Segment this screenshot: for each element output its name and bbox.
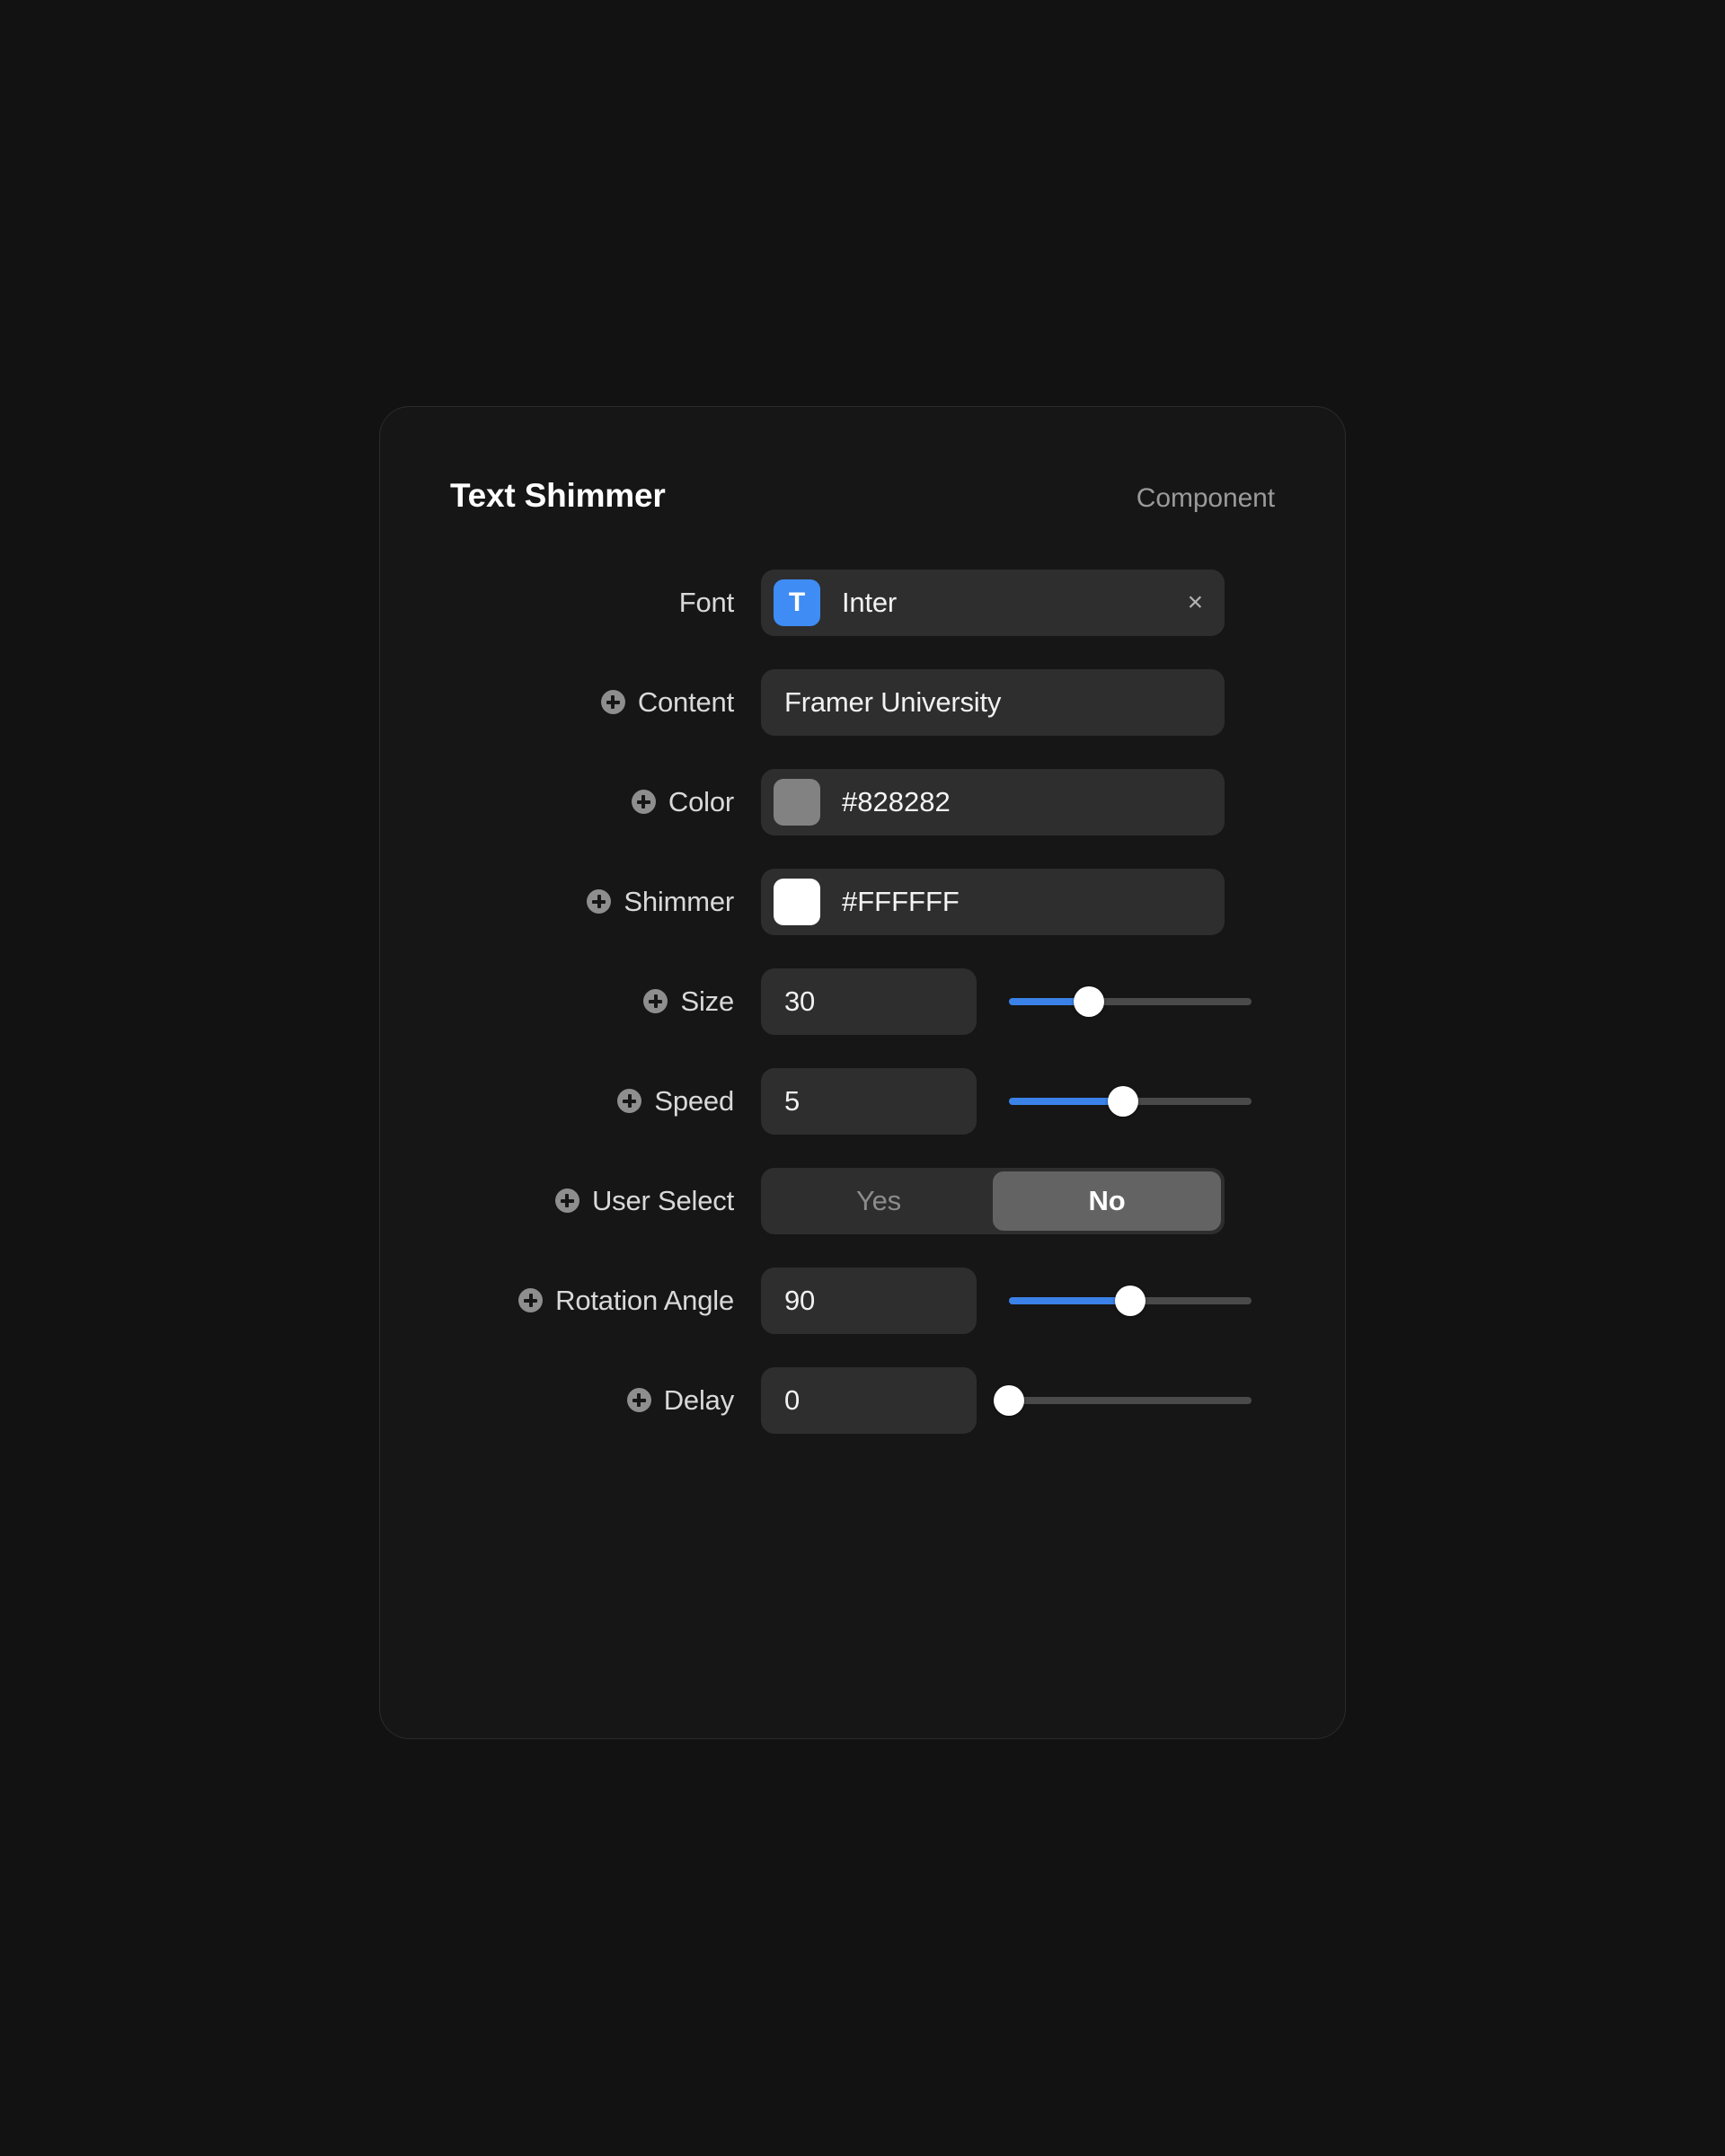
- property-row-delay: Delay 0: [380, 1350, 1275, 1450]
- property-row-font: Font T Inter ×: [380, 552, 1275, 652]
- component-properties-panel: Text Shimmer Component Font T Inter × Co…: [379, 406, 1346, 1739]
- shimmer-field[interactable]: #FFFFFF: [761, 868, 1225, 935]
- color-label: Color: [668, 785, 734, 817]
- property-rows: Font T Inter × Content Framer University…: [380, 552, 1345, 1450]
- slider-thumb[interactable]: [994, 1384, 1024, 1416]
- screen-background: Text Shimmer Component Font T Inter × Co…: [0, 0, 1725, 2156]
- add-variable-icon[interactable]: [600, 690, 625, 714]
- delay-label: Delay: [663, 1383, 734, 1416]
- speed-slider[interactable]: [1009, 1085, 1252, 1117]
- property-row-color: Color #828282: [380, 752, 1275, 852]
- shimmer-row-label: Shimmer: [380, 886, 761, 918]
- slider-fill: [1009, 1296, 1130, 1304]
- color-control-area: #828282: [761, 768, 1275, 835]
- content-row-label: Content: [380, 686, 761, 719]
- panel-kind-label: Component: [1136, 483, 1275, 513]
- add-variable-icon[interactable]: [643, 989, 668, 1013]
- content-label: Content: [637, 685, 734, 718]
- color-swatch[interactable]: [774, 878, 820, 925]
- size-input[interactable]: 30: [761, 968, 977, 1035]
- add-variable-icon[interactable]: [617, 1089, 642, 1113]
- property-row-rotation-angle: Rotation Angle 90: [380, 1250, 1275, 1350]
- font-value: Inter: [842, 586, 898, 618]
- shimmer-label: Shimmer: [624, 885, 734, 917]
- content-control-area: Framer University: [761, 668, 1275, 736]
- size-control-area: 30: [761, 968, 1275, 1035]
- delay-row-label: Delay: [380, 1384, 761, 1417]
- segment-yes[interactable]: Yes: [765, 1171, 993, 1231]
- font-label: Font: [678, 586, 734, 618]
- font-field[interactable]: T Inter ×: [761, 569, 1225, 636]
- slider-thumb[interactable]: [1115, 1285, 1146, 1316]
- add-variable-icon[interactable]: [554, 1188, 579, 1213]
- font-type-icon: T: [774, 579, 820, 626]
- panel-header: Text Shimmer Component: [380, 407, 1345, 515]
- property-row-speed: Speed 5: [380, 1051, 1275, 1151]
- delay-control-area: 0: [761, 1366, 1275, 1434]
- font-row-label: Font: [380, 587, 761, 619]
- shimmer-hex-value: #FFFFFF: [842, 885, 960, 917]
- add-variable-icon[interactable]: [631, 790, 656, 814]
- slider-track: [1009, 1396, 1252, 1404]
- slider-thumb[interactable]: [1107, 1085, 1138, 1117]
- user-select-segmented-control: Yes No: [761, 1167, 1225, 1234]
- slider-thumb[interactable]: [1074, 985, 1105, 1017]
- speed-label: Speed: [654, 1084, 734, 1117]
- panel-title: Text Shimmer: [450, 477, 666, 514]
- size-slider[interactable]: [1009, 985, 1252, 1017]
- property-row-size: Size 30: [380, 951, 1275, 1051]
- user-select-control-area: Yes No: [761, 1167, 1275, 1234]
- delay-slider[interactable]: [994, 1384, 1252, 1416]
- rotation-angle-control-area: 90: [761, 1267, 1275, 1334]
- rotation-angle-slider[interactable]: [1009, 1285, 1252, 1316]
- property-row-user-select: User Select Yes No: [380, 1151, 1275, 1250]
- close-icon[interactable]: ×: [1186, 588, 1205, 616]
- property-row-content: Content Framer University: [380, 652, 1275, 752]
- add-variable-icon[interactable]: [518, 1288, 544, 1312]
- property-row-shimmer: Shimmer #FFFFFF: [380, 852, 1275, 951]
- user-select-label: User Select: [591, 1184, 734, 1216]
- color-swatch[interactable]: [774, 778, 820, 826]
- color-field[interactable]: #828282: [761, 768, 1225, 835]
- rotation-angle-row-label: Rotation Angle: [380, 1285, 761, 1317]
- shimmer-control-area: #FFFFFF: [761, 868, 1275, 935]
- user-select-row-label: User Select: [380, 1185, 761, 1217]
- font-control-area: T Inter ×: [761, 569, 1275, 636]
- speed-control-area: 5: [761, 1067, 1275, 1135]
- segment-no[interactable]: No: [993, 1171, 1221, 1231]
- color-hex-value: #828282: [842, 785, 951, 817]
- add-variable-icon[interactable]: [626, 1388, 651, 1412]
- rotation-angle-input[interactable]: 90: [761, 1267, 977, 1334]
- delay-input[interactable]: 0: [761, 1366, 977, 1434]
- add-variable-icon[interactable]: [587, 889, 612, 914]
- size-label: Size: [680, 985, 734, 1017]
- speed-input[interactable]: 5: [761, 1067, 977, 1135]
- content-input[interactable]: Framer University: [761, 668, 1225, 736]
- rotation-angle-label: Rotation Angle: [555, 1284, 734, 1316]
- speed-row-label: Speed: [380, 1085, 761, 1118]
- slider-fill: [1009, 1097, 1123, 1105]
- size-row-label: Size: [380, 985, 761, 1018]
- color-row-label: Color: [380, 786, 761, 818]
